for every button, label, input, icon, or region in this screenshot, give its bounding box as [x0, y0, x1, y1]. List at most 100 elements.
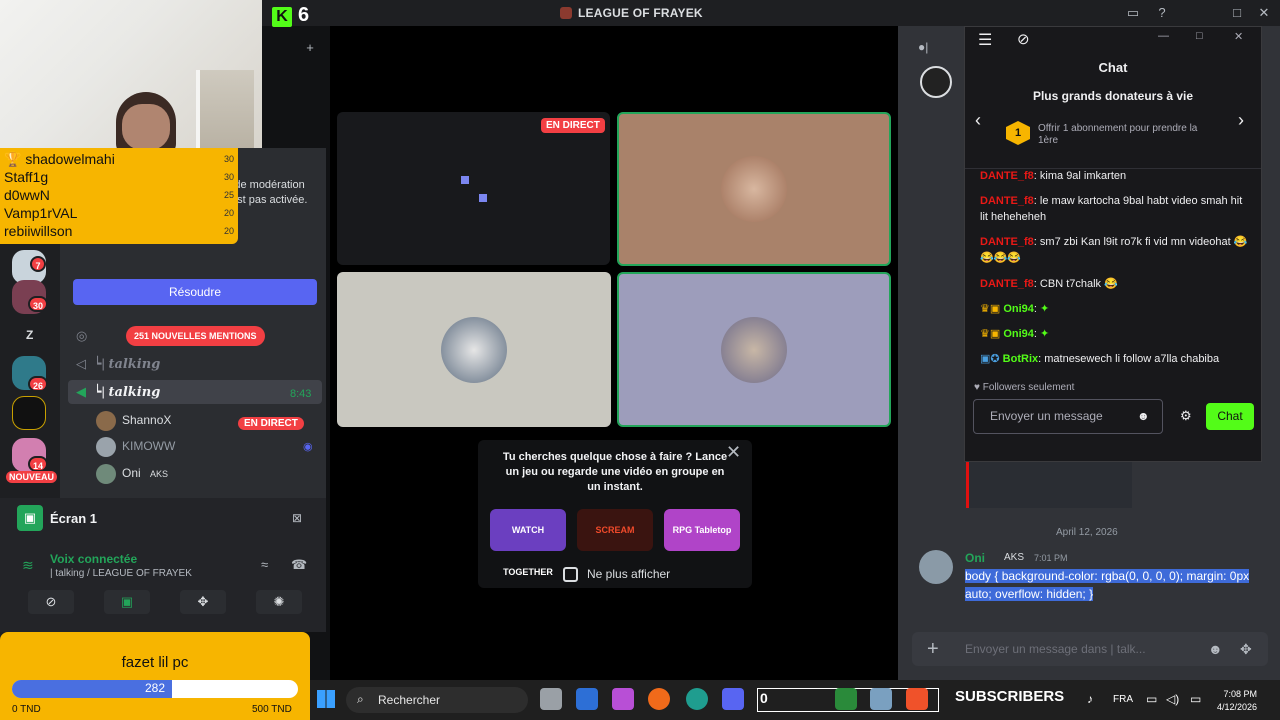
- activity-card[interactable]: RPG Tabletop: [664, 509, 740, 551]
- server-badge: 30: [28, 296, 49, 312]
- stream-tile[interactable]: [337, 112, 610, 265]
- noise-suppression-icon[interactable]: ≈: [261, 557, 268, 572]
- network-icon[interactable]: ▭: [1146, 692, 1157, 706]
- chat-user[interactable]: Oni94: [1003, 303, 1034, 315]
- chat-input-placeholder: Envoyer un message: [990, 409, 1103, 423]
- app-icon[interactable]: [576, 688, 598, 710]
- activity-card[interactable]: SCREAM: [577, 509, 653, 551]
- chat-user[interactable]: BotRix: [1003, 353, 1038, 365]
- copilot-icon[interactable]: [612, 688, 634, 710]
- avatar[interactable]: [919, 550, 953, 584]
- kick-count: 6: [298, 4, 310, 26]
- gear-icon[interactable]: ⚙: [1180, 408, 1192, 424]
- mic-icon[interactable]: ♪: [1087, 692, 1093, 706]
- dont-show-label: Ne plus afficher: [587, 567, 671, 581]
- channel-talking[interactable]: ◁ ┕| talking: [68, 352, 322, 376]
- emoji-icon[interactable]: ☻: [1137, 409, 1150, 423]
- chat-send-button[interactable]: Chat: [1206, 403, 1254, 430]
- voice-connected-status: Voix connectée: [50, 552, 138, 566]
- disconnect-icon[interactable]: ☎: [291, 557, 307, 573]
- goal-title: fazet lil pc: [121, 654, 189, 671]
- message-author[interactable]: Oni: [965, 551, 985, 565]
- resolve-button[interactable]: Résoudre: [73, 279, 317, 305]
- app-icon[interactable]: [648, 688, 670, 710]
- top-donors-title: Plus grands donateurs à vie: [1032, 89, 1194, 103]
- activity-card[interactable]: WATCH TOGETHER: [490, 509, 566, 577]
- close-icon[interactable]: ✕: [1256, 5, 1272, 21]
- apps-icon[interactable]: ✥: [1240, 641, 1252, 658]
- chevron-right-icon[interactable]: ›: [1238, 110, 1244, 131]
- emoji-icon[interactable]: ☻: [1208, 641, 1223, 657]
- help-icon[interactable]: ?: [1154, 5, 1170, 21]
- donor-row: rebiiwillson 20: [4, 222, 234, 240]
- add-attachment-icon[interactable]: +: [927, 638, 939, 661]
- close-icon[interactable]: ✕: [726, 442, 741, 463]
- chat-titlebar: [965, 27, 1261, 53]
- chat-user[interactable]: DANTE_f8: [980, 236, 1034, 248]
- edge-icon[interactable]: [686, 688, 708, 710]
- window-maximize-icon[interactable]: □: [1196, 30, 1203, 42]
- maximize-icon[interactable]: □: [1229, 5, 1245, 21]
- clock[interactable]: 7:08 PM 4/12/2026: [1217, 688, 1257, 714]
- voice-user[interactable]: Oni AKS: [96, 461, 168, 485]
- thread-icon[interactable]: ●|: [918, 40, 928, 54]
- mentions-pill[interactable]: 251 NOUVELLES MENTIONS: [126, 326, 265, 346]
- voice-user[interactable]: KIMOWW: [96, 434, 175, 458]
- dont-show-checkbox[interactable]: [563, 567, 578, 582]
- followers-only-notice: ♥ Followers seulement: [974, 382, 1075, 393]
- add-friend-icon[interactable]: +: [302, 40, 318, 56]
- activity-prompt: Tu cherches quelque chose à faire ? Lanc…: [502, 451, 728, 493]
- chat-user[interactable]: Oni94: [1003, 328, 1034, 340]
- chat-user[interactable]: DANTE_f8: [980, 278, 1034, 290]
- task-view-icon[interactable]: [540, 688, 562, 710]
- goal-current: 282: [144, 681, 166, 695]
- donor-leaderboard: 🏆 shadowelmahi 30 Staff1g 30 d0wwN 25 Vamp1…: [0, 148, 238, 244]
- xbox-icon[interactable]: [835, 688, 857, 710]
- server-letter[interactable]: Z: [26, 328, 33, 342]
- minimize-icon[interactable]: —: [1158, 30, 1169, 42]
- user-tile[interactable]: [337, 272, 611, 427]
- chevron-left-icon[interactable]: ‹: [975, 110, 981, 131]
- gamepad-icon: ◉: [303, 441, 313, 453]
- brave-icon[interactable]: [906, 688, 928, 710]
- chat-user[interactable]: DANTE_f8: [980, 170, 1034, 182]
- inbox-icon[interactable]: ▭: [1125, 5, 1141, 21]
- chat-message: DANTE_f8: le maw kartocha 9bal habt vide…: [980, 193, 1248, 225]
- voice-channel-path: | talking / LEAGUE OF FRAYEK: [50, 568, 192, 579]
- donor-name: 🏆 shadowelmahi: [4, 150, 115, 167]
- volume-icon[interactable]: ◁): [1166, 692, 1179, 706]
- discord-icon[interactable]: [722, 688, 744, 710]
- search-icon: ⌕: [357, 692, 364, 706]
- activities-button[interactable]: ✥: [180, 590, 226, 614]
- server-shield-icon: [560, 7, 572, 19]
- donor-name: Staff1g: [4, 169, 49, 185]
- live-tag: EN DIRECT: [541, 118, 605, 133]
- chat-text: : CBN t7chalk 😂: [1033, 278, 1118, 290]
- voice-user[interactable]: ShannoX: [96, 408, 171, 432]
- stop-share-icon[interactable]: ⊠: [292, 511, 302, 525]
- goal-max: 500 TND: [252, 704, 292, 715]
- window-close-icon[interactable]: ✕: [1234, 30, 1243, 43]
- badge-icon: ♛▣: [980, 303, 1004, 315]
- user-tile[interactable]: [617, 112, 891, 266]
- chat-user[interactable]: DANTE_f8: [980, 195, 1034, 207]
- app-icon[interactable]: [870, 688, 892, 710]
- hide-icon[interactable]: ⊘: [1017, 30, 1030, 48]
- kick-k-icon: K: [272, 7, 292, 27]
- screen-share-icon: ▣: [17, 505, 43, 531]
- clock-time: 7:08 PM: [1223, 689, 1258, 699]
- goal-min: 0 TND: [12, 704, 41, 715]
- app-root: LEAGUE OF FRAYEK K6 + ▭ ? □ ✕ 7 30 Z 26 …: [0, 0, 1280, 720]
- soundboard-button[interactable]: ✺: [256, 590, 302, 614]
- user-avatar: [721, 156, 787, 222]
- windows-start-icon[interactable]: [317, 690, 335, 708]
- screen-share-button[interactable]: ▣: [104, 590, 150, 614]
- menu-icon[interactable]: ☰: [978, 30, 992, 50]
- chat-text: :: [1033, 303, 1037, 315]
- camera-off-button[interactable]: ⊘: [28, 590, 74, 614]
- battery-icon[interactable]: ▭: [1190, 692, 1201, 706]
- language-indicator[interactable]: FRA: [1113, 694, 1133, 705]
- user-tile[interactable]: [617, 272, 891, 427]
- server-icon[interactable]: [12, 396, 46, 430]
- channel-talking-active[interactable]: ◀ ┕| talking: [68, 380, 322, 404]
